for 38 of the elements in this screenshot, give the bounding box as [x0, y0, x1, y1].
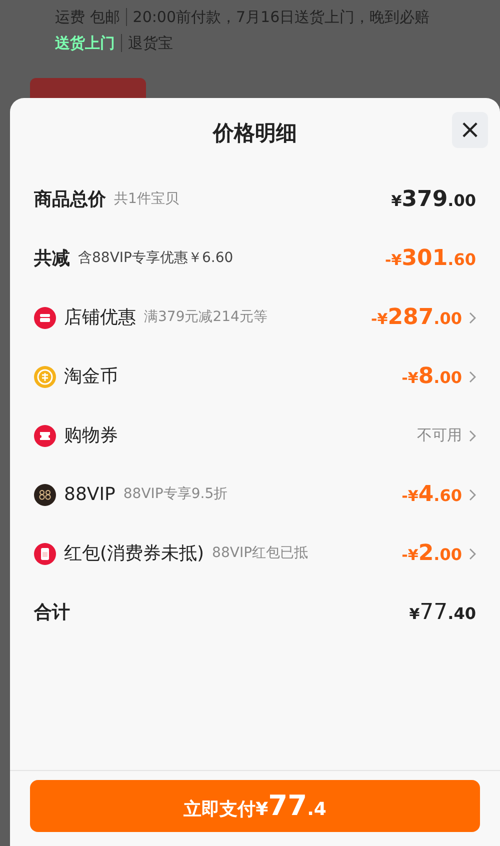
row-note: 88VIP红包已抵 [212, 544, 308, 563]
row-label: 88VIP [64, 483, 116, 507]
vip-badge-icon [34, 484, 56, 506]
price-row[interactable]: 88VIP 88VIP专享9.5折 -¥4.60 [10, 465, 500, 524]
status-text: 不可用 [417, 425, 462, 446]
row-label: 淘金币 [64, 365, 118, 389]
delivery-note: 20:00前付款，7月16日送货上门，晚到必赔 [126, 8, 430, 26]
service-tag: 退货宝 [121, 34, 173, 52]
envelope-icon [34, 542, 56, 564]
row-label: 合计 [34, 601, 70, 625]
price-row[interactable]: 红包(消费券未抵) 88VIP红包已抵 -¥2.00 [10, 524, 500, 583]
amount: -¥287.00 [371, 304, 462, 332]
row-note: 含88VIP专享优惠￥6.60 [78, 249, 234, 268]
coin-icon [34, 366, 56, 388]
row-label: 共减 [34, 247, 70, 271]
amount: -¥301.60 [385, 245, 476, 273]
service-tag: 送货上门 [55, 34, 115, 52]
row-label: 店铺优惠 [64, 306, 136, 330]
amount: -¥2.00 [402, 540, 462, 568]
row-label: 商品总价 [34, 188, 106, 212]
row-label: 红包(消费券未抵) [64, 542, 204, 566]
price-row[interactable]: 购物券 不可用 [10, 406, 500, 465]
row-note: 88VIP专享9.5折 [123, 485, 228, 504]
amount: -¥4.60 [402, 481, 462, 509]
ticket-icon [34, 424, 56, 446]
row-note: 满379元减214元等 [144, 308, 268, 327]
shipping-value: 包邮 [90, 8, 120, 26]
price-row[interactable]: 淘金币 -¥8.00 [10, 347, 500, 406]
close-button[interactable]: × [452, 112, 488, 148]
row-note: 共1件宝贝 [114, 190, 179, 209]
shipping-label: 运费 [55, 8, 85, 26]
price-row[interactable]: 店铺优惠 满379元减214元等 -¥287.00 [10, 288, 500, 347]
amount: ¥77.40 [409, 599, 476, 627]
amount: ¥379.00 [391, 186, 476, 214]
sheet-title: 价格明细 [213, 120, 297, 148]
amount: -¥8.00 [402, 363, 462, 391]
row-label: 购物券 [64, 424, 118, 448]
shop-icon [34, 306, 56, 328]
